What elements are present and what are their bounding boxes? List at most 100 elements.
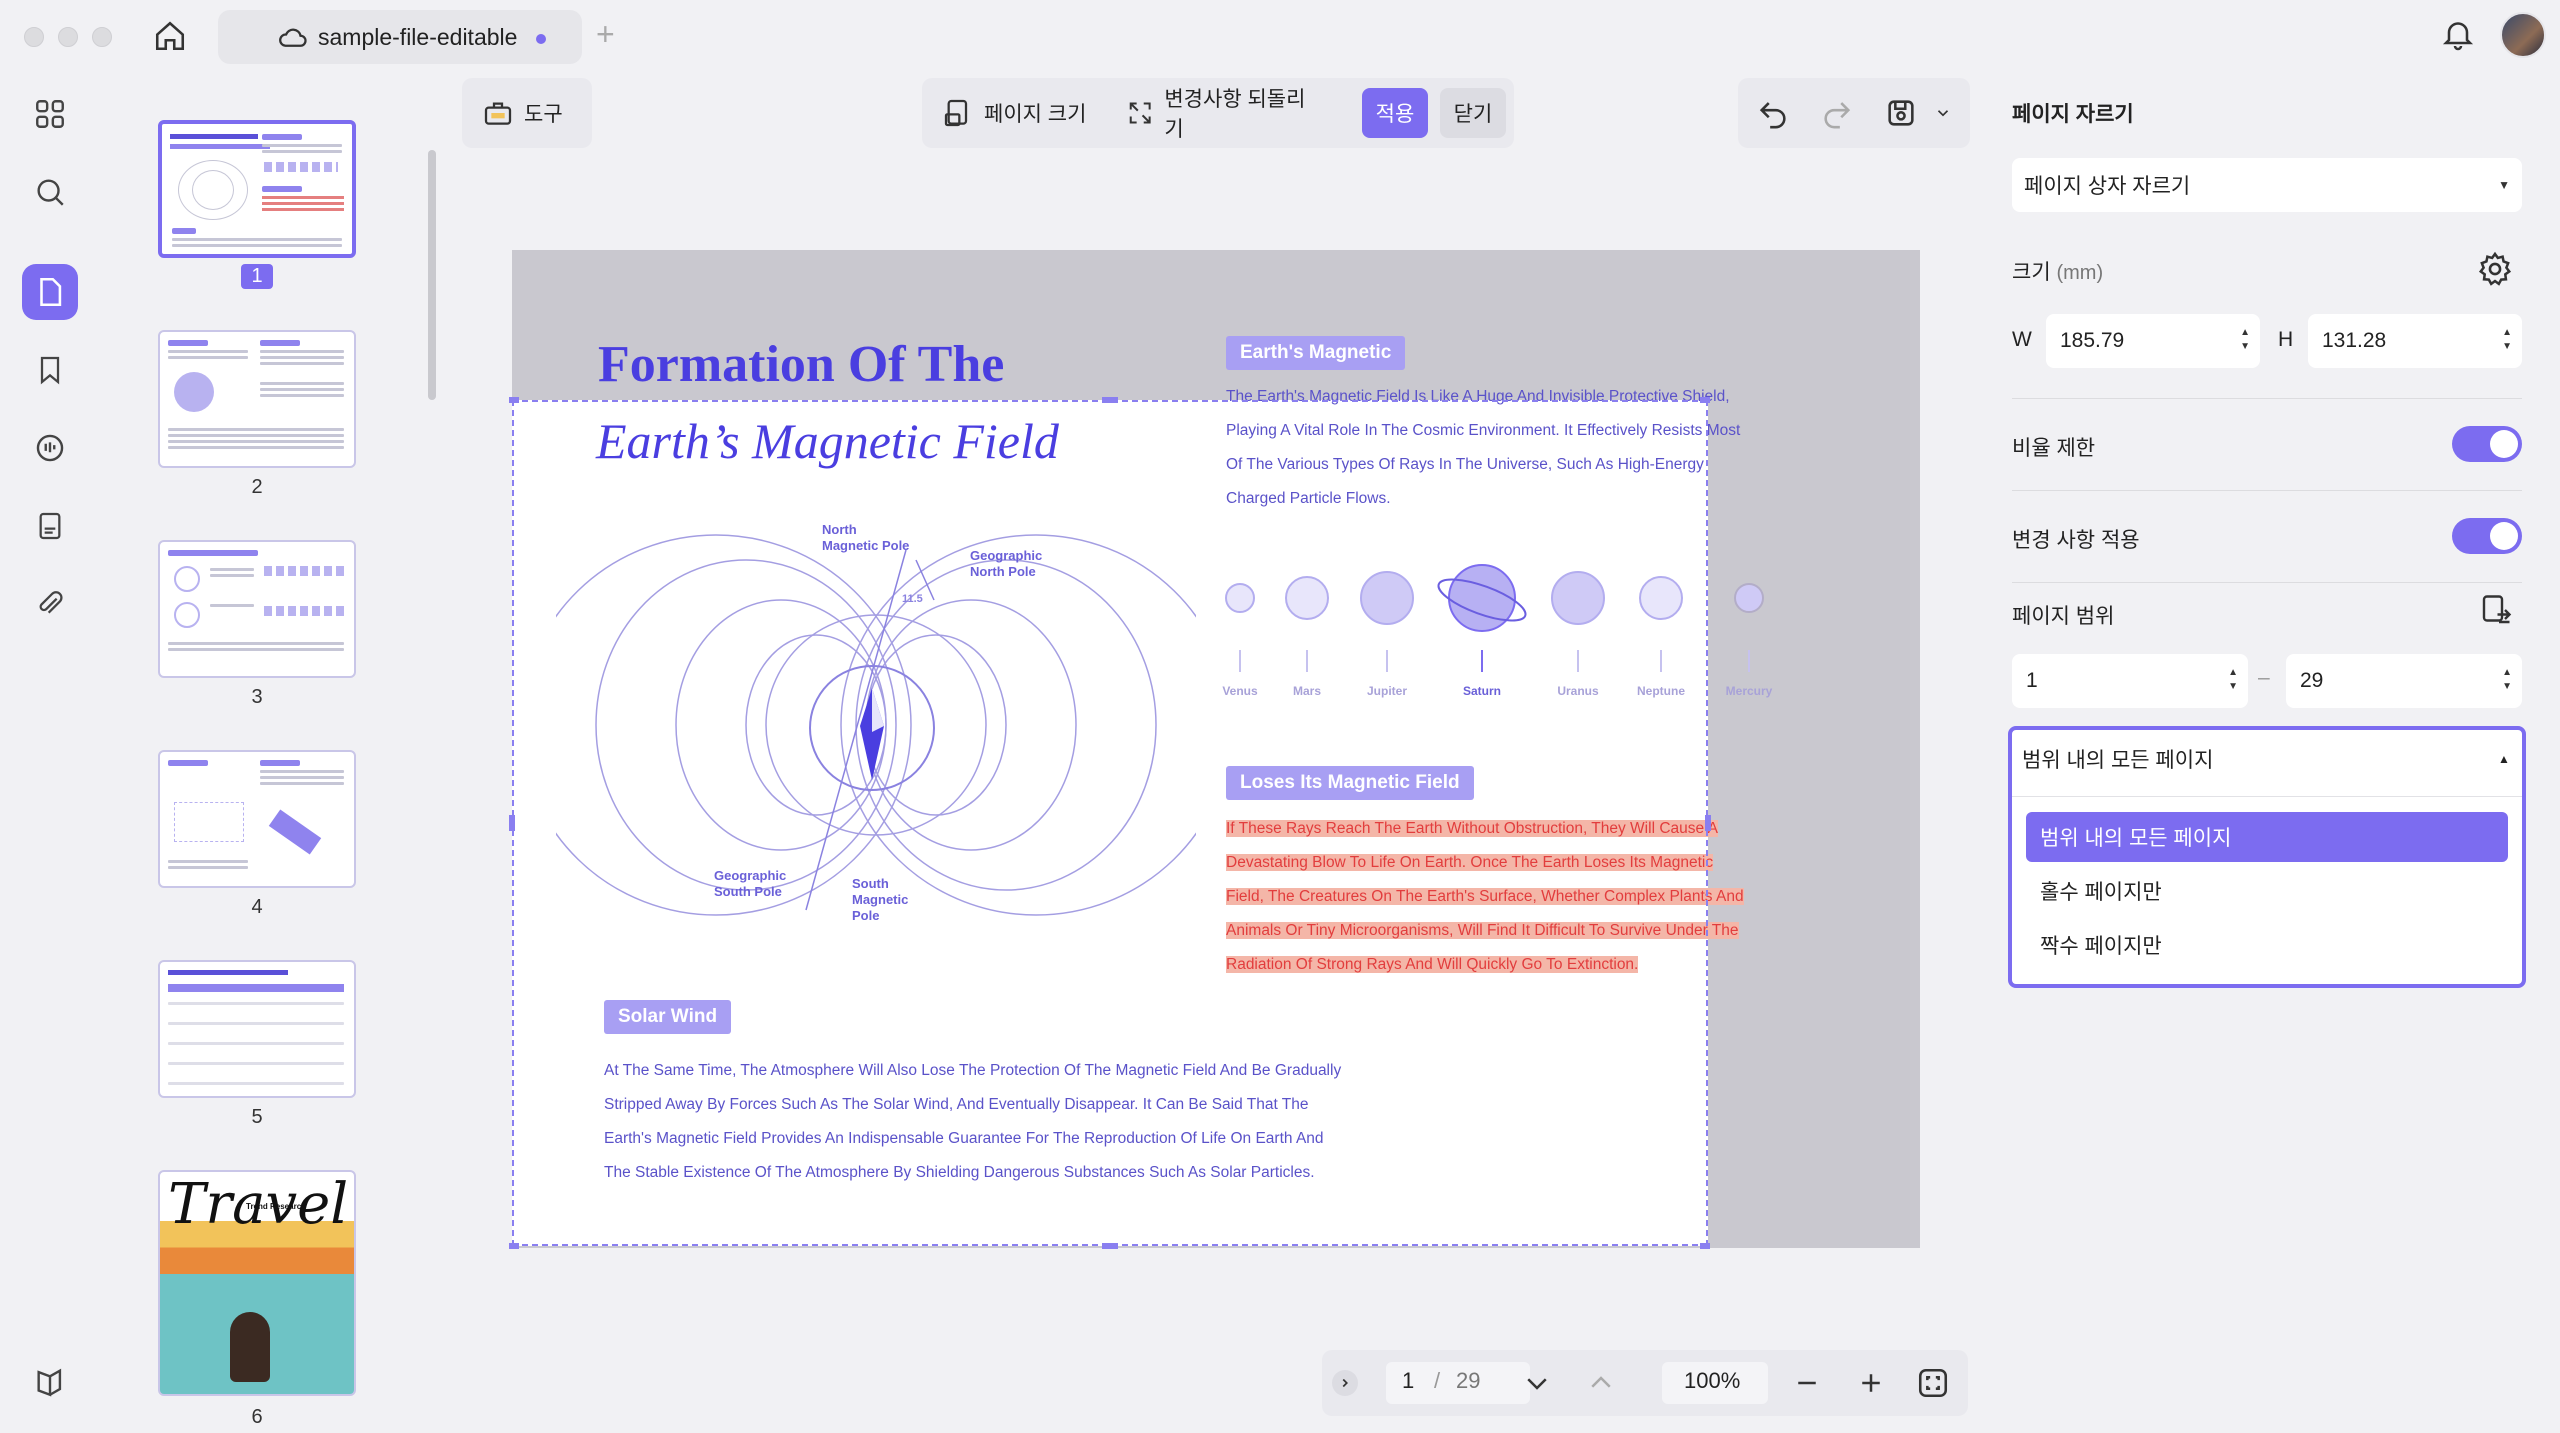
caret-down-icon: ▼ bbox=[2498, 178, 2510, 192]
document-title-line1: Formation Of The bbox=[598, 336, 1005, 393]
page-separator: / bbox=[1434, 1368, 1441, 1393]
save-options-button[interactable] bbox=[1934, 104, 1952, 127]
apply-changes-toggle[interactable] bbox=[2452, 518, 2522, 554]
expand-nav-button[interactable] bbox=[1332, 1370, 1358, 1396]
notifications-button[interactable] bbox=[2440, 16, 2480, 56]
rail-search-button[interactable] bbox=[22, 164, 78, 220]
crop-handle-bottom-left[interactable] bbox=[509, 1243, 519, 1249]
crop-handle-bottom[interactable] bbox=[1102, 1243, 1118, 1249]
layers-icon bbox=[37, 1368, 62, 1397]
rail-form-button[interactable] bbox=[22, 498, 78, 554]
crop-toolbar: 페이지 크기 변경사항 되돌리기 적용 닫기 bbox=[922, 78, 1514, 148]
thumbnail-number-6: 6 bbox=[251, 1406, 263, 1428]
panel-title: 페이지 자르기 bbox=[2012, 103, 2134, 126]
window-close-button[interactable] bbox=[24, 27, 44, 47]
crop-mode-value: 페이지 상자 자르기 bbox=[2024, 175, 2191, 198]
form-icon bbox=[39, 512, 61, 540]
undo-icon bbox=[1759, 102, 1786, 129]
page-size-icon bbox=[944, 99, 968, 127]
apply-button[interactable]: 적용 bbox=[1362, 88, 1428, 138]
height-input[interactable]: 131.28 ▲ ▼ bbox=[2308, 314, 2522, 368]
fit-page-button[interactable] bbox=[1916, 1366, 1950, 1405]
page-size-button[interactable]: 페이지 크기 bbox=[932, 88, 1104, 138]
divider bbox=[2012, 490, 2522, 491]
range-subset-value: 범위 내의 모든 페이지 bbox=[2022, 749, 2214, 772]
chevron-down-icon bbox=[1937, 110, 1949, 117]
range-swap-button[interactable] bbox=[2478, 592, 2514, 633]
range-to-input[interactable]: 29 ▲ ▼ bbox=[2286, 654, 2522, 708]
width-value: 185.79 bbox=[2060, 329, 2125, 352]
undo-button[interactable] bbox=[1756, 96, 1790, 135]
thumbnail-number-5: 5 bbox=[251, 1106, 263, 1128]
zoom-out-button[interactable] bbox=[1792, 1368, 1822, 1403]
redo-button[interactable] bbox=[1820, 96, 1854, 135]
tools-button[interactable]: 도구 bbox=[472, 88, 582, 138]
revert-changes-button[interactable]: 변경사항 되돌리기 bbox=[1116, 88, 1326, 141]
toolbox-icon bbox=[484, 102, 512, 125]
ratio-lock-label: 비율 제한 bbox=[2012, 437, 2096, 460]
width-input[interactable]: 185.79 ▲ ▼ bbox=[2046, 314, 2260, 368]
attachment-icon bbox=[39, 591, 63, 614]
rail-page-button[interactable] bbox=[22, 264, 78, 320]
swap-pages-icon bbox=[2482, 595, 2512, 624]
rail-bookmark-button[interactable] bbox=[22, 342, 78, 398]
dropdown-divider bbox=[2012, 796, 2522, 797]
width-label: W bbox=[2012, 328, 2032, 351]
range-option-all[interactable]: 범위 내의 모든 페이지 bbox=[2026, 812, 2508, 862]
crop-frame[interactable] bbox=[512, 400, 1708, 1246]
thumbnail-number-4: 4 bbox=[251, 896, 263, 918]
range-dash: – bbox=[2258, 666, 2270, 689]
current-page[interactable]: 1 bbox=[1402, 1368, 1414, 1394]
crop-handle-top-left[interactable] bbox=[509, 397, 519, 403]
ratio-lock-toggle[interactable] bbox=[2452, 426, 2522, 462]
width-stepper[interactable]: ▲ ▼ bbox=[2240, 326, 2250, 354]
section-pill-magnetic: Earth's Magnetic bbox=[1226, 336, 1406, 370]
zoom-in-button[interactable] bbox=[1856, 1368, 1886, 1403]
home-button[interactable] bbox=[150, 16, 190, 56]
range-to-stepper[interactable]: ▲ ▼ bbox=[2502, 666, 2512, 694]
range-from-input[interactable]: 1 ▲ ▼ bbox=[2012, 654, 2248, 708]
thumbnail-number-1: 1 bbox=[158, 264, 356, 289]
save-button[interactable] bbox=[1884, 96, 1918, 135]
fit-screen-icon bbox=[1918, 1368, 1948, 1398]
previous-page-button[interactable] bbox=[1586, 1368, 1616, 1403]
thumbnail-page-1[interactable] bbox=[158, 120, 356, 258]
page-icon bbox=[40, 277, 62, 307]
thumbnail-page-2[interactable] bbox=[158, 330, 356, 468]
range-option-odd[interactable]: 홀수 페이지만 bbox=[2026, 866, 2508, 916]
document-tab[interactable]: sample-file-editable bbox=[218, 10, 582, 64]
range-from-stepper[interactable]: ▲ ▼ bbox=[2228, 666, 2238, 694]
crop-handle-top-right[interactable] bbox=[1700, 397, 1710, 403]
close-button[interactable]: 닫기 bbox=[1440, 88, 1506, 138]
comment-icon bbox=[36, 434, 64, 462]
crop-handle-left[interactable] bbox=[509, 815, 515, 831]
thumbnail-page-3[interactable] bbox=[158, 540, 356, 678]
zoom-level[interactable]: 100% bbox=[1684, 1368, 1740, 1394]
new-tab-button[interactable]: + bbox=[596, 16, 615, 52]
crop-handle-top[interactable] bbox=[1102, 397, 1118, 403]
rail-grid-button[interactable] bbox=[22, 86, 78, 142]
next-page-button[interactable] bbox=[1522, 1368, 1552, 1403]
rail-attachment-button[interactable] bbox=[22, 576, 78, 632]
window-zoom-button[interactable] bbox=[92, 27, 112, 47]
grid-icon bbox=[36, 100, 64, 128]
window-minimize-button[interactable] bbox=[58, 27, 78, 47]
height-stepper[interactable]: ▲ ▼ bbox=[2502, 326, 2512, 354]
revert-changes-label: 변경사항 되돌리기 bbox=[1164, 88, 1306, 141]
avatar[interactable] bbox=[2500, 12, 2546, 58]
thumbnail-page-5[interactable] bbox=[158, 960, 356, 1098]
minus-icon bbox=[1798, 1381, 1816, 1385]
crop-handle-bottom-right[interactable] bbox=[1700, 1243, 1710, 1249]
caret-up-icon: ▲ bbox=[2498, 752, 2510, 766]
chevron-right-icon bbox=[1342, 1378, 1348, 1388]
size-settings-button[interactable] bbox=[2476, 250, 2514, 293]
thumbnail-page-4[interactable] bbox=[158, 750, 356, 888]
range-option-even[interactable]: 짝수 페이지만 bbox=[2026, 920, 2508, 970]
rail-layers-button[interactable] bbox=[22, 1354, 78, 1410]
thumbnail-scrollbar[interactable] bbox=[428, 150, 436, 400]
crop-handle-right[interactable] bbox=[1705, 815, 1711, 831]
crop-mode-select[interactable]: 페이지 상자 자르기 ▼ bbox=[2012, 158, 2522, 212]
rail-comment-button[interactable] bbox=[22, 420, 78, 476]
home-icon bbox=[155, 21, 185, 51]
thumbnail-page-6[interactable]: Travel Trend Research bbox=[158, 1170, 356, 1396]
